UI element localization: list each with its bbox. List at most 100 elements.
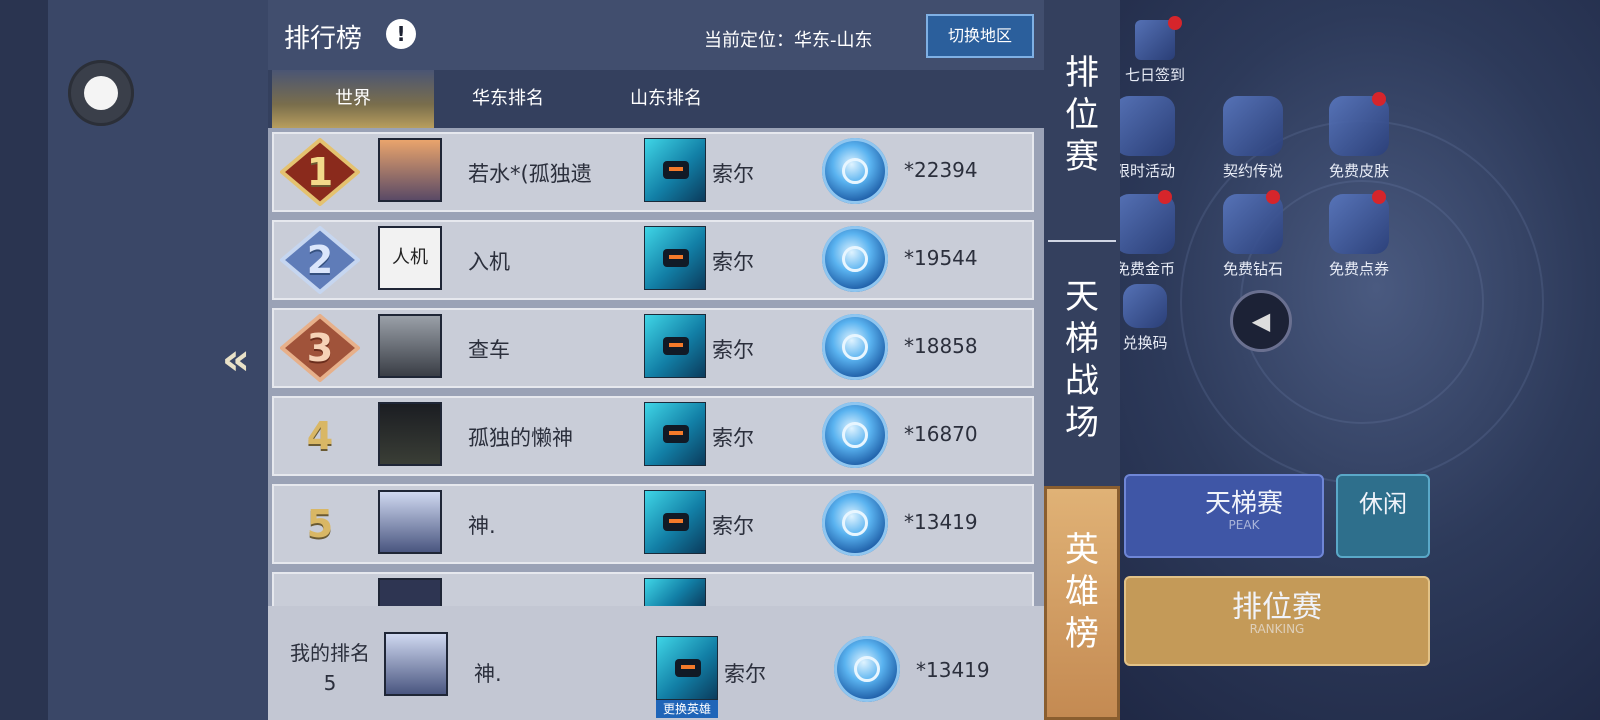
notification-dot bbox=[1266, 190, 1280, 204]
leaderboard-header: 排行榜 ! 当前定位：华东-山东 切换地区 bbox=[268, 0, 1044, 70]
casual-mode-label: 休闲 bbox=[1359, 490, 1407, 518]
my-hero-name: 索尔 bbox=[724, 662, 766, 686]
score: *16870 bbox=[904, 422, 978, 446]
left-edge bbox=[0, 0, 48, 720]
hero-icon[interactable] bbox=[644, 490, 706, 554]
hero-name: 索尔 bbox=[712, 250, 754, 274]
ranked-mode-button[interactable]: 排位赛 RANKING bbox=[1124, 576, 1430, 666]
tab-hero-leaderboard[interactable]: 英雄榜 bbox=[1044, 486, 1120, 720]
player-name: 孤独的懒神 bbox=[468, 426, 573, 450]
notification-dot bbox=[1168, 16, 1182, 30]
tab-ladder-battlefield[interactable]: 天梯战场 bbox=[1044, 276, 1120, 443]
hero-name: 索尔 bbox=[712, 338, 754, 362]
rank-number: 5 bbox=[306, 502, 334, 546]
notification-dot bbox=[1372, 190, 1386, 204]
switch-region-button[interactable]: 切换地区 bbox=[926, 14, 1034, 58]
my-player-name: 神. bbox=[474, 662, 502, 686]
tab-shandong[interactable]: 山东排名 bbox=[596, 70, 736, 128]
player-name: 神. bbox=[468, 514, 496, 538]
menu-free-voucher[interactable]: 免费点券 bbox=[1314, 190, 1404, 279]
checkin-button[interactable]: 七日签到 bbox=[1110, 16, 1200, 85]
floating-assist-button[interactable] bbox=[68, 60, 134, 126]
hero-name: 索尔 bbox=[712, 162, 754, 186]
tab-ranked-label: 排位赛 bbox=[1065, 53, 1099, 177]
my-score: *13419 bbox=[916, 658, 990, 682]
table-row[interactable]: 1 若水*(孤独遗 索尔 *22394 bbox=[272, 132, 1034, 212]
my-rank-number: 5 bbox=[323, 671, 337, 695]
menu-free-diamond[interactable]: 免费钻石 bbox=[1208, 190, 1298, 279]
casual-mode-button[interactable]: 休闲 bbox=[1336, 474, 1430, 558]
page-title: 排行榜 bbox=[284, 24, 363, 54]
speaker-button[interactable]: ◀ bbox=[1230, 290, 1292, 352]
left-sidebar: « bbox=[0, 0, 268, 720]
rank-gem-icon bbox=[822, 490, 888, 556]
avatar[interactable]: 人机 bbox=[378, 226, 442, 290]
tab-hero-label: 英雄榜 bbox=[1065, 530, 1099, 654]
avatar[interactable] bbox=[378, 314, 442, 378]
tab-ranked[interactable]: 排位赛 bbox=[1044, 52, 1120, 182]
current-location: 当前定位：华东-山东 bbox=[704, 30, 873, 51]
tab-ladder-label: 天梯战场 bbox=[1065, 277, 1099, 443]
table-row[interactable]: 5 神. 索尔 *13419 bbox=[272, 484, 1034, 564]
menu-label: 兑换码 bbox=[1122, 334, 1168, 352]
menu-label: 免费钻石 bbox=[1222, 260, 1283, 278]
table-row[interactable]: 4 孤独的懒神 索尔 *16870 bbox=[272, 396, 1034, 476]
player-name: 若水*(孤独遗 bbox=[468, 162, 592, 186]
checkin-label: 七日签到 bbox=[1124, 66, 1185, 84]
hero-name: 索尔 bbox=[712, 426, 754, 450]
rank-number: 2 bbox=[306, 238, 334, 282]
game-lobby-background: 七日签到 限时活动 契约传说 免费皮肤 免费金币 免费钻石 免费点券 兑换码 ◀… bbox=[1040, 0, 1600, 720]
rank-number: 3 bbox=[306, 326, 334, 370]
menu-label: 免费皮肤 bbox=[1328, 162, 1389, 180]
notification-dot bbox=[1372, 92, 1386, 106]
menu-label: 限时活动 bbox=[1114, 162, 1175, 180]
ladder-mode-button[interactable]: 天梯赛 PEAK bbox=[1124, 474, 1324, 558]
hero-icon[interactable] bbox=[644, 402, 706, 466]
change-hero-button[interactable]: 更换英雄 bbox=[656, 700, 718, 718]
menu-label: 免费点券 bbox=[1328, 260, 1389, 278]
hero-icon[interactable] bbox=[644, 138, 706, 202]
player-name: 查车 bbox=[468, 338, 510, 362]
my-avatar[interactable] bbox=[384, 632, 448, 696]
table-row[interactable]: 3 查车 索尔 *18858 bbox=[272, 308, 1034, 388]
avatar[interactable] bbox=[378, 490, 442, 554]
tab-east-china[interactable]: 华东排名 bbox=[438, 70, 578, 128]
leaderboard-panel: 排行榜 ! 当前定位：华东-山东 切换地区 世界 华东排名 山东排名 1 若水*… bbox=[268, 0, 1044, 720]
hero-icon[interactable] bbox=[644, 314, 706, 378]
my-rank-label: 我的排名 5 bbox=[278, 638, 382, 698]
category-tabs: 排位赛 天梯战场 英雄榜 bbox=[1044, 0, 1120, 720]
score: *22394 bbox=[904, 158, 978, 182]
tab-world[interactable]: 世界 bbox=[272, 70, 434, 128]
score: *19544 bbox=[904, 246, 978, 270]
assist-dot-icon bbox=[84, 76, 118, 110]
hero-icon[interactable] bbox=[644, 578, 706, 608]
rank-number: 4 bbox=[306, 414, 334, 458]
score: *13419 bbox=[904, 510, 978, 534]
hero-name: 索尔 bbox=[712, 514, 754, 538]
rank-gem-icon bbox=[822, 138, 888, 204]
tag-icon bbox=[1123, 284, 1167, 328]
info-icon[interactable]: ! bbox=[386, 19, 416, 49]
my-hero-icon[interactable] bbox=[656, 636, 718, 700]
rank-number: 1 bbox=[306, 150, 334, 194]
avatar[interactable] bbox=[378, 402, 442, 466]
gift-icon bbox=[1115, 96, 1175, 156]
hero-icon[interactable] bbox=[644, 226, 706, 290]
ladder-mode-sub: PEAK bbox=[1228, 518, 1260, 532]
ranked-mode-sub: RANKING bbox=[1249, 622, 1305, 636]
menu-contract-legend[interactable]: 契约传说 bbox=[1208, 96, 1298, 181]
speaker-icon: ◀ bbox=[1251, 307, 1271, 335]
player-name: 入机 bbox=[468, 250, 510, 274]
notification-dot bbox=[1158, 190, 1172, 204]
rank-gem-icon bbox=[822, 402, 888, 468]
region-tabs: 世界 华东排名 山东排名 bbox=[268, 70, 1044, 128]
avatar[interactable] bbox=[378, 578, 442, 608]
hero-portrait-icon bbox=[1223, 96, 1283, 156]
table-row[interactable]: 2 人机 入机 索尔 *19544 bbox=[272, 220, 1034, 300]
menu-free-skin[interactable]: 免费皮肤 bbox=[1314, 92, 1404, 181]
rank-gem-icon bbox=[822, 226, 888, 292]
collapse-chevron-icon[interactable]: « bbox=[216, 336, 256, 384]
my-rank-title: 我的排名 bbox=[290, 641, 370, 665]
avatar[interactable] bbox=[378, 138, 442, 202]
rank-gem-icon bbox=[834, 636, 900, 702]
